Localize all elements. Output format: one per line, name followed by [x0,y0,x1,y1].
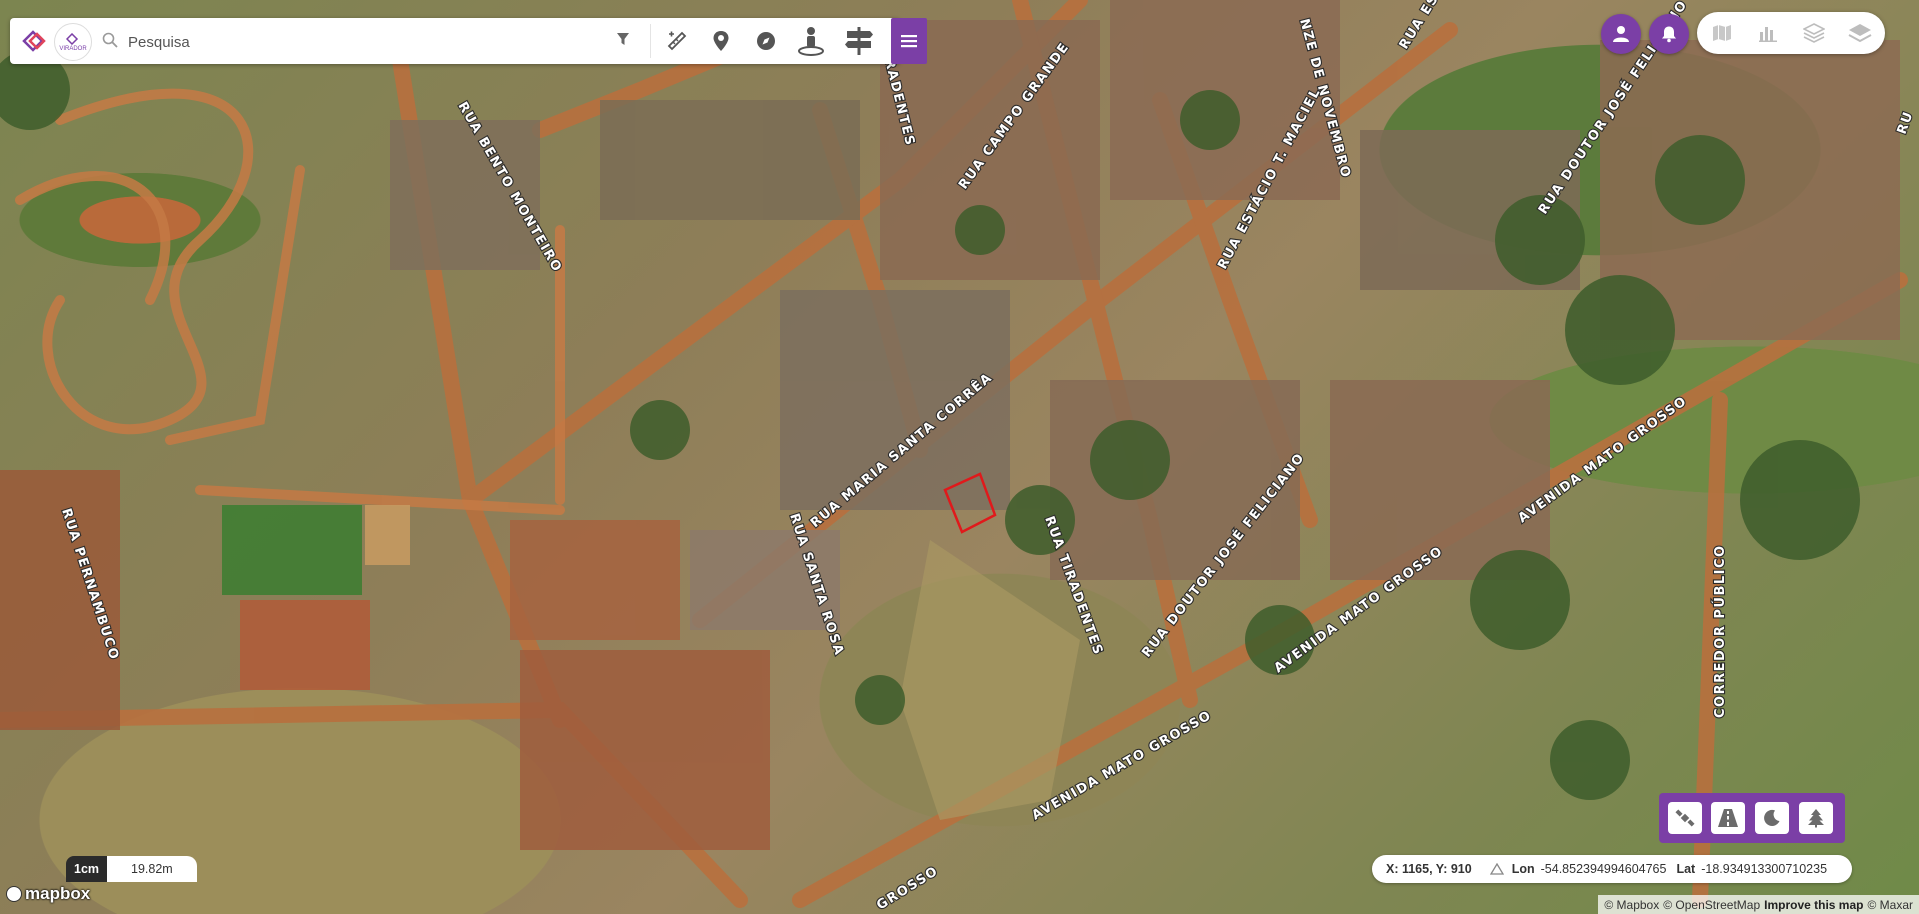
location-pin-icon [713,31,729,51]
street-view-icon [798,27,824,56]
attribution-osm-link[interactable]: © OpenStreetMap [1663,898,1760,912]
search-input[interactable] [126,28,610,56]
layers-outline-button[interactable] [1797,17,1831,49]
measure-tool-button[interactable] [658,22,696,60]
map-tools-pill [1697,12,1885,54]
road-style-button[interactable] [1711,802,1745,834]
scale-bar: 1cm 19.82m [66,856,197,882]
map-overlay: RUA BENTO MONTEIRO RUA CAMPO GRANDE RADE… [0,0,1918,914]
hamburger-menu-icon [901,35,917,48]
location-pin-button[interactable] [702,22,740,60]
layers-outline-icon [1803,23,1825,43]
satellite-style-button[interactable] [1668,802,1702,834]
improve-map-link[interactable]: Improve this map [1764,898,1863,912]
street-label: CORREDOR PÚBLICO [1712,544,1728,718]
user-profile-button[interactable] [1601,14,1641,54]
nature-style-button[interactable] [1799,802,1833,834]
satellite-map[interactable]: RUA BENTO MONTEIRO RUA CAMPO GRANDE RADE… [0,0,1919,914]
layers-icon [1848,24,1872,43]
divider [650,24,651,58]
night-style-button[interactable] [1755,802,1789,834]
scale-value: 19.82m [107,856,197,882]
bell-icon [1662,26,1676,43]
lon-value: -54.852394994604765 [1540,862,1667,876]
scale-unit: 1cm [66,856,108,882]
compass-icon [757,32,775,50]
lat-label: Lat [1676,862,1696,876]
brand-badge: VIRADOR [54,23,92,61]
lon-label: Lon [1511,862,1535,876]
search-icon [102,32,118,48]
mapbox-logo[interactable]: mapbox [6,884,90,904]
logo[interactable]: VIRADOR [18,22,94,61]
warning-icon [1489,863,1504,875]
layers-button[interactable] [1843,17,1877,49]
moon-icon [1764,809,1780,826]
satellite-icon [1675,809,1695,827]
lat-value: -18.934913300710235 [1701,862,1828,876]
signpost-icon [845,27,873,55]
bar-chart-icon [1759,27,1777,42]
attribution-mapbox-link[interactable]: © Mapbox [1604,898,1659,912]
map-view-button[interactable] [1705,17,1739,49]
notifications-button[interactable] [1649,14,1689,54]
brand-mark-icon [66,32,79,45]
filter-icon[interactable] [616,32,630,46]
statistics-button[interactable] [1751,17,1785,49]
brand-text: VIRADOR [59,45,87,52]
compass-button[interactable] [747,22,785,60]
user-icon [1613,26,1629,42]
signpost-button[interactable] [840,22,878,60]
coordinate-readout: X: 1165, Y: 910 Lon -54.852394994604765 … [1372,855,1852,883]
menu-button[interactable] [891,18,927,64]
xy-readout: X: 1165, Y: 910 [1386,862,1472,876]
attribution-maxar-link[interactable]: © Maxar [1867,898,1913,912]
attribution: © Mapbox © OpenStreetMap Improve this ma… [1598,895,1919,914]
logo-icon [22,30,46,52]
measure-tool-icon [667,31,687,51]
street-view-button[interactable] [792,22,830,60]
mapbox-logo-icon [6,886,22,902]
road-icon [1718,809,1738,827]
search-toolbar: VIRADOR [10,18,900,64]
map-icon [1713,25,1731,41]
map-style-toolbar [1659,793,1845,843]
street-label: GROSSO [874,864,941,914]
tree-icon [1808,809,1824,828]
mapbox-logo-text: mapbox [25,884,91,903]
